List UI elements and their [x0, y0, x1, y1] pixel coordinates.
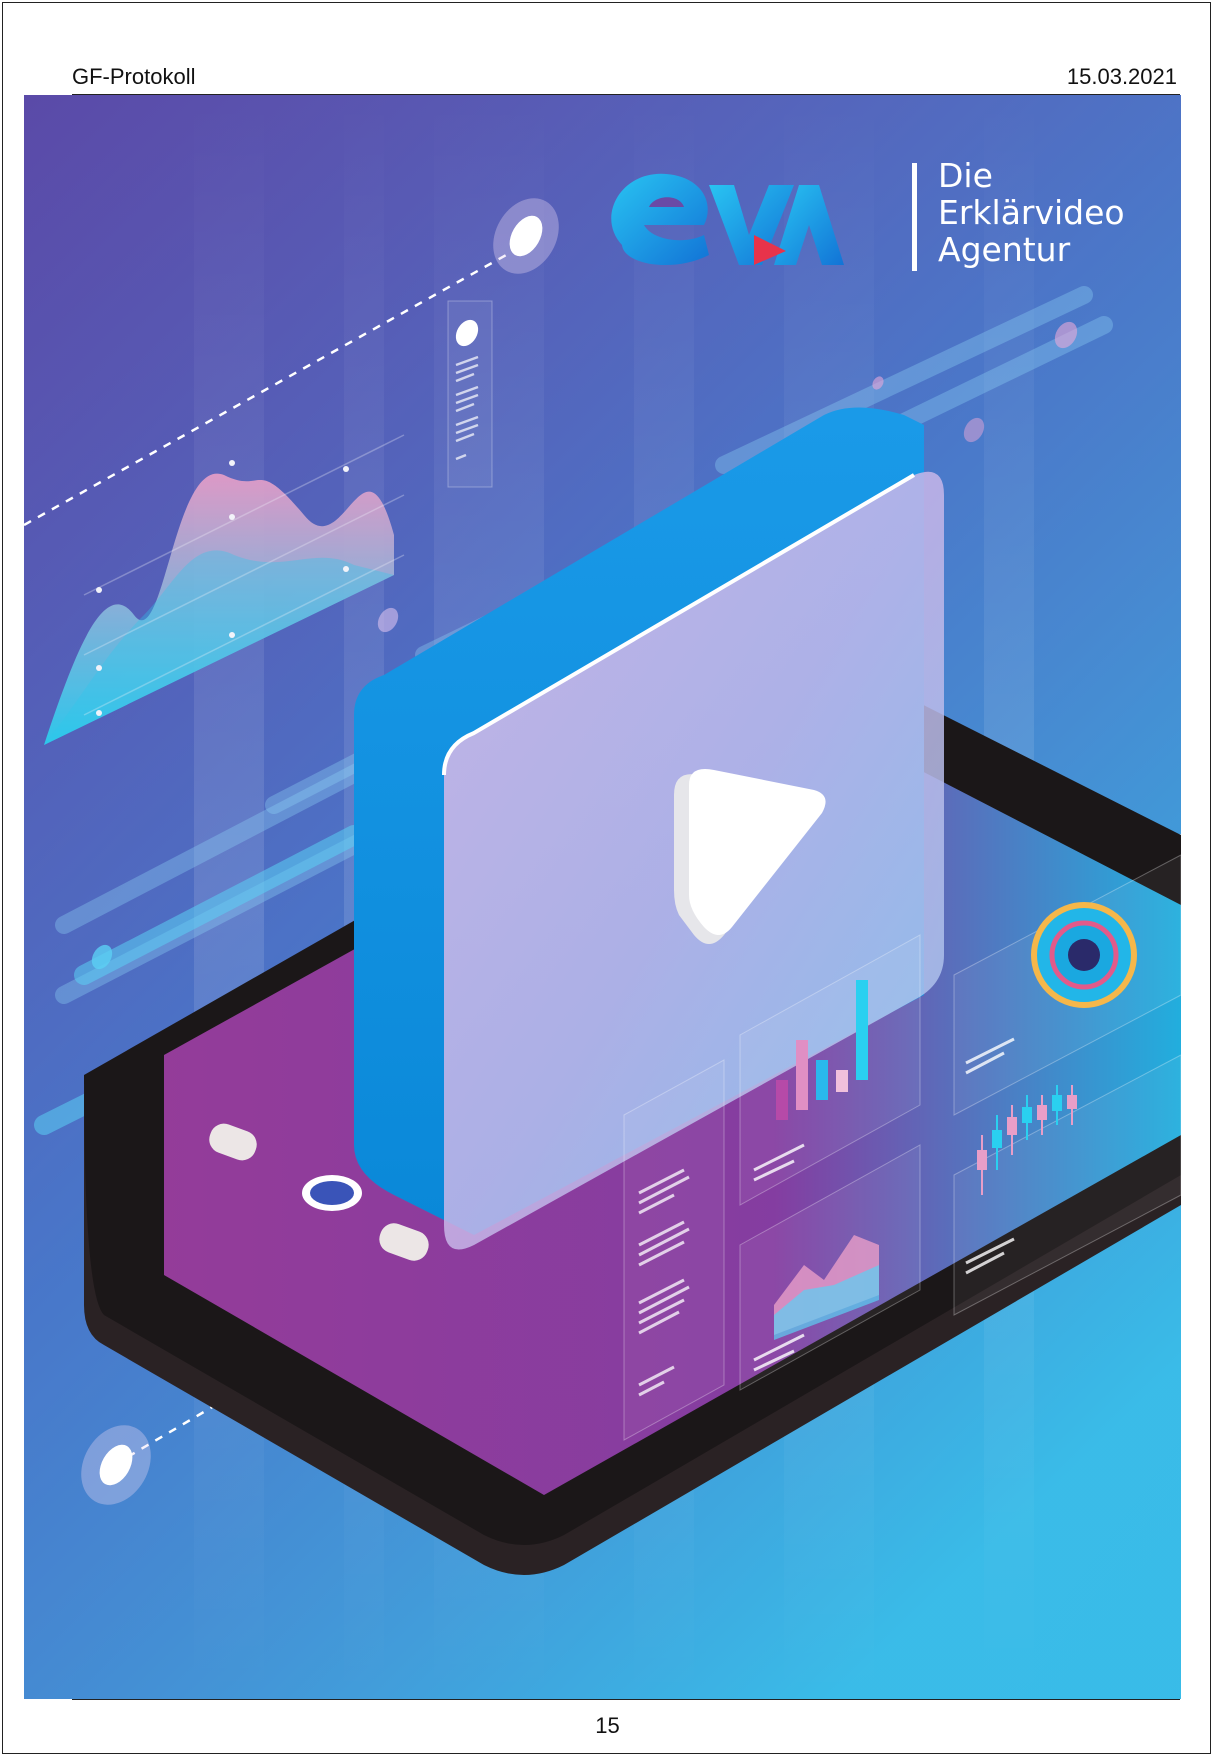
logo-line-2: Erklärvideo	[938, 193, 1125, 232]
logo-wordmark: Die Erklärvideo Agentur	[938, 157, 1125, 268]
logo-line-3: Agentur	[938, 230, 1071, 269]
logo-line-1: Die	[938, 156, 993, 195]
logo-divider	[912, 163, 917, 271]
page-number: 15	[595, 1713, 620, 1738]
list-panel	[623, 1059, 725, 1441]
header-date: 15.03.2021	[1066, 64, 1177, 89]
cover-illustration: Die Erklärvideo Agentur	[24, 95, 1181, 1699]
header-title: GF-Protokoll	[72, 64, 196, 89]
footer-rule	[72, 1699, 1180, 1700]
